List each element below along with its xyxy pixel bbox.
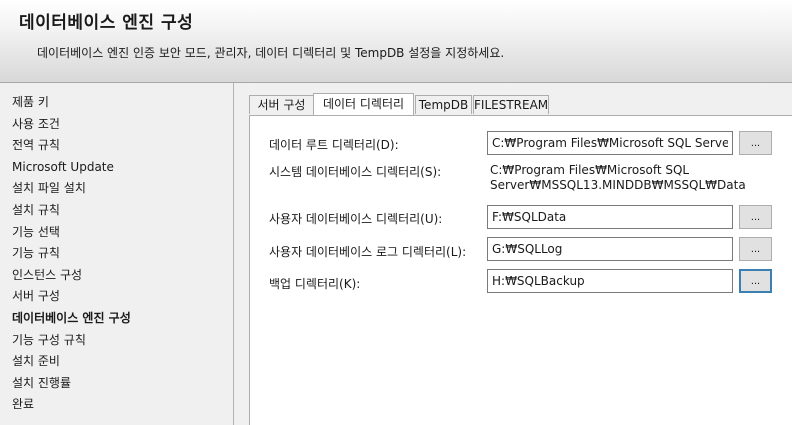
page-title: 데이터베이스 엔진 구성 [19,13,194,33]
user-log-label: 사용자 데이터베이스 로그 디렉터리(L): [269,245,467,259]
sidebar-step[interactable]: 기능 구성 규칙 [12,330,233,352]
system-db-value: C:₩Program Files₩Microsoft SQL Server₩MS… [490,163,750,193]
sidebar-step[interactable]: 전역 규칙 [12,135,233,157]
data-directories-panel: 데이터 루트 디렉터리(D): ... 시스템 데이터베이스 디렉터리(S): … [249,115,792,425]
user-db-label: 사용자 데이터베이스 디렉터리(U): [269,212,443,226]
sidebar-step[interactable]: Microsoft Update [12,157,233,179]
user-log-input[interactable] [487,237,733,261]
sidebar-step[interactable]: 설치 파일 설치 [12,178,233,200]
tab-tempdb[interactable]: TempDB [415,95,472,114]
page-subtitle: 데이터베이스 엔진 인증 보안 모드, 관리자, 데이터 디렉터리 및 Temp… [37,46,505,60]
sidebar-step[interactable]: 설치 규칙 [12,200,233,222]
backup-browse-button[interactable]: ... [739,269,772,293]
sidebar-step[interactable]: 설치 진행률 [12,373,233,395]
page-header: 데이터베이스 엔진 구성 데이터베이스 엔진 인증 보안 모드, 관리자, 데이… [0,0,792,83]
system-db-value-line1: C:₩Program Files₩Microsoft SQL [490,163,690,177]
backup-input[interactable] [487,269,733,293]
step-sidebar: 제품 키 사용 조건 전역 규칙 Microsoft Update 설치 파일 설치 설치… [0,83,234,425]
sidebar-step[interactable]: 데이터베이스 엔진 구성 [12,308,233,330]
user-db-browse-button[interactable]: ... [739,205,772,229]
backup-label: 백업 디렉터리(K): [269,277,361,291]
tab-server-config[interactable]: 서버 구성 [249,95,314,114]
user-db-input[interactable] [487,205,733,229]
system-db-label: 시스템 데이터베이스 디렉터리(S): [269,165,442,179]
data-root-browse-button[interactable]: ... [739,131,772,155]
sidebar-step[interactable]: 서버 구성 [12,286,233,308]
sidebar-step[interactable]: 설치 준비 [12,351,233,373]
system-db-value-line2: Server₩MSSQL13.MINDDB₩MSSQL₩Data [490,178,746,192]
sidebar-step[interactable]: 완료 [12,394,233,416]
sidebar-step[interactable]: 기능 규칙 [12,243,233,265]
tab-data-directories[interactable]: 데이터 디렉터리 [313,93,414,115]
sidebar-step[interactable]: 사용 조건 [12,114,233,136]
sidebar-step[interactable]: 제품 키 [12,92,233,114]
sidebar-step[interactable]: 인스턴스 구성 [12,265,233,287]
data-root-input[interactable] [487,131,733,155]
data-root-label: 데이터 루트 디렉터리(D): [269,138,399,152]
user-log-browse-button[interactable]: ... [739,237,772,261]
tab-filestream[interactable]: FILESTREAM [473,95,549,114]
sidebar-step[interactable]: 기능 선택 [12,222,233,244]
